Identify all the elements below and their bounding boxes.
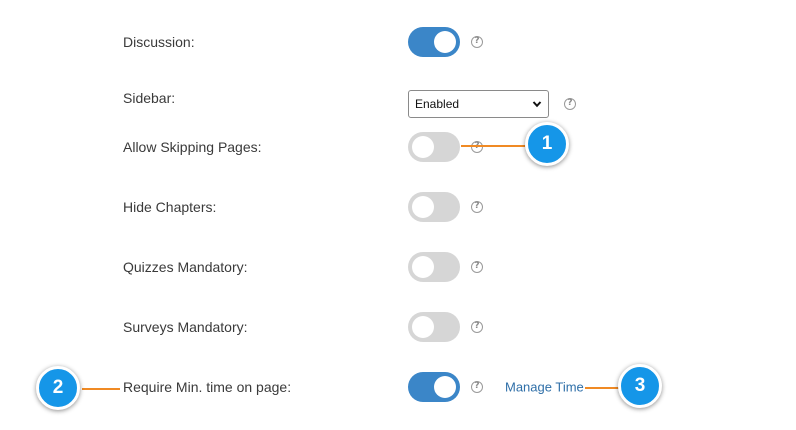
setting-row-require-min-time: Require Min. time on page: ? Manage Time — [0, 367, 796, 407]
setting-row-discussion: Discussion: ? — [0, 22, 796, 62]
setting-row-allow-skipping-pages: Allow Skipping Pages: ? — [0, 127, 796, 167]
callout-badge-2: 2 — [36, 366, 80, 410]
chevron-down-icon — [532, 101, 542, 108]
manage-time-link[interactable]: Manage Time — [505, 380, 584, 395]
setting-row-sidebar: Sidebar: Enabled ? — [0, 81, 796, 121]
surveys-mandatory-toggle[interactable] — [408, 312, 460, 342]
discussion-toggle[interactable] — [408, 27, 460, 57]
help-icon[interactable]: ? — [471, 36, 483, 48]
toggle-knob — [412, 136, 434, 158]
callout-line-1 — [461, 145, 525, 147]
setting-row-hide-chapters: Hide Chapters: ? — [0, 187, 796, 227]
sidebar-select[interactable]: Enabled — [408, 90, 549, 119]
setting-label: Sidebar: — [123, 89, 176, 106]
require-min-time-toggle[interactable] — [408, 372, 460, 402]
setting-label: Allow Skipping Pages: — [123, 139, 262, 155]
callout-line-2 — [82, 388, 120, 390]
help-icon[interactable]: ? — [471, 201, 483, 213]
setting-row-quizzes-mandatory: Quizzes Mandatory: ? — [0, 247, 796, 287]
help-icon[interactable]: ? — [471, 261, 483, 273]
allow-skipping-pages-toggle[interactable] — [408, 132, 460, 162]
quizzes-mandatory-toggle[interactable] — [408, 252, 460, 282]
setting-label: Surveys Mandatory: — [123, 319, 248, 335]
callout-badge-1: 1 — [525, 122, 569, 166]
setting-row-surveys-mandatory: Surveys Mandatory: ? — [0, 307, 796, 347]
setting-label: Hide Chapters: — [123, 199, 217, 215]
help-icon[interactable]: ? — [564, 98, 576, 111]
toggle-knob — [412, 316, 434, 338]
toggle-knob — [434, 376, 456, 398]
help-icon[interactable]: ? — [471, 381, 483, 393]
setting-label: Quizzes Mandatory: — [123, 259, 248, 275]
help-icon[interactable]: ? — [471, 321, 483, 333]
help-icon[interactable]: ? — [471, 141, 483, 153]
callout-badge-3: 3 — [618, 364, 662, 408]
setting-label: Require Min. time on page: — [123, 379, 292, 395]
callout-line-3 — [585, 387, 620, 389]
toggle-knob — [412, 256, 434, 278]
sidebar-select-value: Enabled — [415, 97, 460, 112]
setting-label: Discussion: — [123, 34, 195, 50]
toggle-knob — [434, 31, 456, 53]
toggle-knob — [412, 196, 434, 218]
hide-chapters-toggle[interactable] — [408, 192, 460, 222]
